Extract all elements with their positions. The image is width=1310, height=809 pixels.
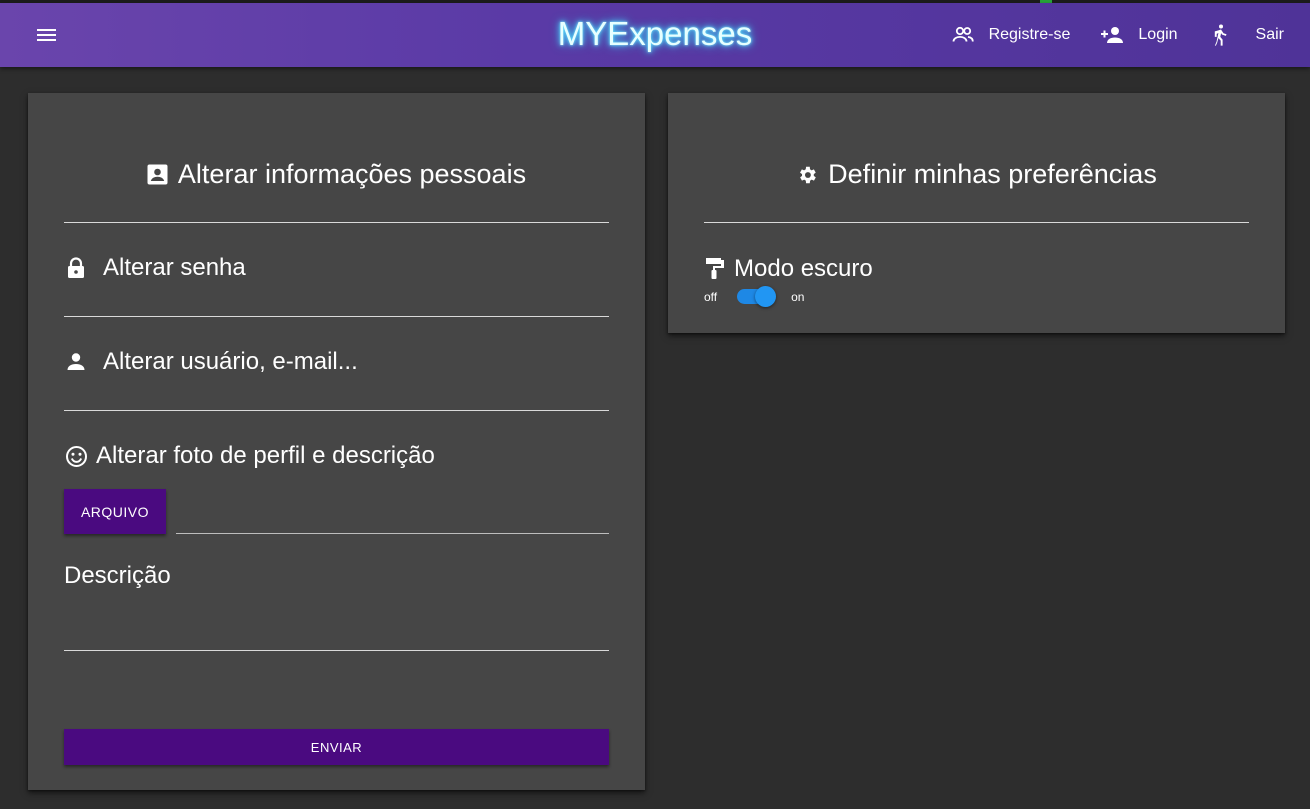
user-divider: [64, 410, 609, 411]
password-divider: [64, 316, 609, 317]
preferences-title-text: Definir minhas preferências: [828, 159, 1157, 189]
submit-button[interactable]: ENVIAR: [64, 729, 609, 765]
nav-link-login-label: Login: [1138, 26, 1178, 43]
change-password-row[interactable]: Alterar senha: [64, 254, 246, 282]
nav-link-logout-label: Sair: [1255, 26, 1284, 43]
paint-roller-icon: [704, 257, 726, 281]
people-icon: [951, 23, 975, 47]
nav-link-register[interactable]: Registre-se: [951, 23, 1071, 47]
nav-link-login[interactable]: Login: [1100, 23, 1178, 47]
switch-off-label: off: [704, 289, 718, 304]
toggle-knob: [755, 286, 777, 307]
personal-info-title: Alterar informações pessoais: [28, 159, 645, 190]
account-box-icon: [147, 164, 168, 185]
personal-info-card: Alterar informações pessoais Alterar sen…: [28, 93, 645, 790]
file-path-input[interactable]: [176, 489, 609, 534]
change-photo-label: Alterar foto de perfil e descrição: [96, 442, 435, 469]
dark-mode-toggle[interactable]: [737, 286, 777, 307]
dark-mode-switch: off on: [704, 286, 805, 307]
dark-mode-row: Modo escuro: [704, 255, 873, 283]
dark-mode-label: Modo escuro: [734, 255, 873, 282]
preferences-divider: [704, 222, 1249, 223]
personal-info-title-text: Alterar informações pessoais: [177, 159, 527, 189]
nav-link-register-label: Registre-se: [988, 26, 1071, 43]
change-password-label: Alterar senha: [103, 254, 246, 281]
switch-on-label: on: [791, 289, 805, 304]
hamburger-menu-button[interactable]: [30, 21, 62, 49]
top-navbar: MYExpenses Registre-se Login Sair: [0, 3, 1310, 67]
description-input[interactable]: [64, 593, 609, 651]
nav-link-logout[interactable]: Sair: [1208, 23, 1284, 47]
hamburger-menu-icon: [37, 29, 56, 41]
lock-icon: [64, 256, 88, 280]
change-photo-row[interactable]: Alterar foto de perfil e descrição: [64, 442, 435, 470]
change-user-row[interactable]: Alterar usuário, e-mail...: [64, 348, 358, 376]
smiley-face-icon: [64, 444, 88, 468]
description-label: Descrição: [64, 562, 171, 589]
brand-title[interactable]: MYExpenses: [558, 15, 752, 52]
title-divider: [64, 222, 609, 223]
gear-icon: [796, 164, 818, 186]
walking-person-icon: [1208, 23, 1232, 47]
file-select-button[interactable]: ARQUIVO: [64, 489, 166, 534]
preferences-card: Definir minhas preferências Modo escuro …: [668, 93, 1285, 333]
person-add-icon: [1100, 23, 1124, 47]
nav-links: Registre-se Login Sair: [921, 3, 1284, 67]
change-user-label: Alterar usuário, e-mail...: [103, 348, 358, 375]
person-icon: [64, 350, 88, 374]
preferences-title: Definir minhas preferências: [668, 159, 1285, 190]
